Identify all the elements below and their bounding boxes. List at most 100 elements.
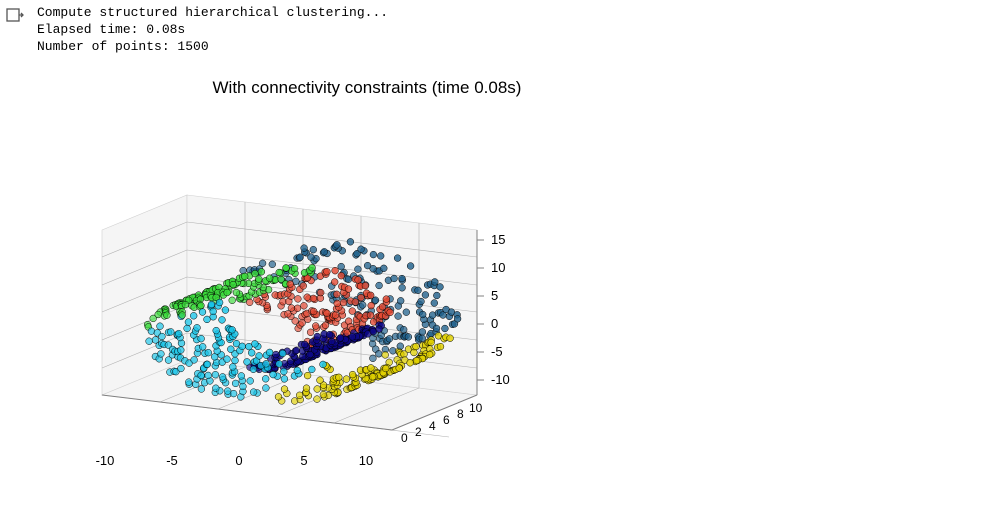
scatter-point: [403, 309, 410, 316]
scatter-point: [400, 326, 407, 333]
scatter-point: [317, 377, 324, 384]
scatter-point: [294, 305, 301, 312]
y-tick-label: 4: [429, 419, 436, 433]
scatter-point: [407, 359, 414, 366]
scatter-point: [334, 241, 341, 248]
scatter-point: [300, 283, 307, 290]
scatter-point: [454, 315, 461, 322]
scatter-point: [250, 389, 257, 396]
scatter-point: [233, 289, 240, 296]
scatter-point: [247, 378, 254, 385]
scatter-point: [241, 273, 248, 280]
scatter-point: [304, 372, 311, 379]
scatter-point: [375, 350, 382, 357]
scatter-point: [204, 361, 211, 368]
scatter-point: [310, 295, 317, 302]
scatter-point: [295, 296, 302, 303]
scatter-point: [418, 298, 425, 305]
scatter-point: [428, 339, 435, 346]
scatter-point: [222, 307, 229, 314]
scatter-point: [307, 329, 314, 336]
scatter-point: [333, 291, 340, 298]
scatter-point: [338, 263, 345, 270]
scatter-point: [382, 365, 389, 372]
scatter-point: [185, 319, 192, 326]
scatter-point: [335, 374, 342, 381]
scatter-point: [198, 386, 205, 393]
scatter-point: [312, 323, 319, 330]
scatter-point: [190, 312, 197, 319]
scatter-point: [283, 265, 290, 272]
scatter-point: [279, 350, 286, 357]
scatter-point: [204, 316, 211, 323]
scatter-point: [278, 276, 285, 283]
z-axis-ticks: 15 10 5 0 -5 -10: [477, 232, 510, 387]
scatter-point: [355, 266, 362, 273]
scatter-point: [380, 265, 387, 272]
cell-output-icon[interactable]: [6, 6, 24, 29]
stdout-line-1: Compute structured hierarchical clusteri…: [37, 5, 388, 20]
scatter-point: [199, 343, 206, 350]
scatter-point: [263, 360, 270, 367]
scatter-point: [301, 302, 308, 309]
scatter-point: [308, 366, 315, 373]
scatter-point: [258, 268, 265, 275]
scatter-point: [324, 310, 331, 317]
scatter-point: [301, 245, 308, 252]
scatter-point: [343, 376, 350, 383]
scatter-point: [349, 371, 356, 378]
scatter-point: [280, 368, 287, 375]
scatter-point: [199, 309, 206, 316]
scatter-point: [394, 255, 401, 262]
scatter-point: [238, 373, 245, 380]
scatter-point: [229, 297, 236, 304]
scatter-point: [433, 292, 440, 299]
scatter-point: [383, 296, 390, 303]
scatter-point: [224, 388, 231, 395]
scatter-point: [310, 246, 317, 253]
scatter-point: [370, 355, 377, 362]
scatter-point: [358, 246, 365, 253]
z-tick-label: 15: [491, 232, 505, 247]
scatter-point: [362, 282, 369, 289]
scatter-point: [437, 284, 444, 291]
scatter-point: [159, 333, 166, 340]
z-tick-label: 5: [491, 288, 498, 303]
scatter-point: [367, 312, 374, 319]
scatter-point: [376, 326, 383, 333]
scatter-point: [397, 343, 404, 350]
scatter-point: [155, 311, 162, 318]
scatter-point: [447, 335, 454, 342]
scatter-point: [266, 349, 273, 356]
scatter-point: [229, 326, 236, 333]
scatter-point: [227, 346, 234, 353]
y-tick-label: 0: [401, 431, 408, 445]
scatter-point: [303, 385, 310, 392]
scatter-point: [320, 391, 327, 398]
scatter-point: [326, 331, 333, 338]
scatter-point: [431, 279, 438, 286]
scatter-point: [368, 302, 375, 309]
x-tick-label: 5: [300, 453, 307, 468]
scatter-point: [345, 286, 352, 293]
scatter-point: [405, 334, 412, 341]
y-tick-label: 2: [415, 425, 422, 439]
scatter-point: [250, 366, 257, 373]
scatter-point: [276, 361, 283, 368]
scatter-point: [433, 325, 440, 332]
scatter-point: [426, 351, 433, 358]
scatter-point: [213, 327, 220, 334]
scatter-point: [368, 365, 375, 372]
scatter-point: [349, 308, 356, 315]
z-tick-label: 0: [491, 316, 498, 331]
scatter-point: [259, 260, 266, 267]
scatter-point: [377, 253, 384, 260]
scatter-point: [256, 353, 263, 360]
scatter-point: [331, 279, 338, 286]
scatter-point: [230, 281, 237, 288]
scatter-point: [304, 294, 311, 301]
notebook-output-cell: Compute structured hierarchical clusteri…: [0, 0, 997, 507]
scatter-point: [352, 299, 359, 306]
scatter-point: [391, 275, 398, 282]
scatter-point: [291, 265, 298, 272]
